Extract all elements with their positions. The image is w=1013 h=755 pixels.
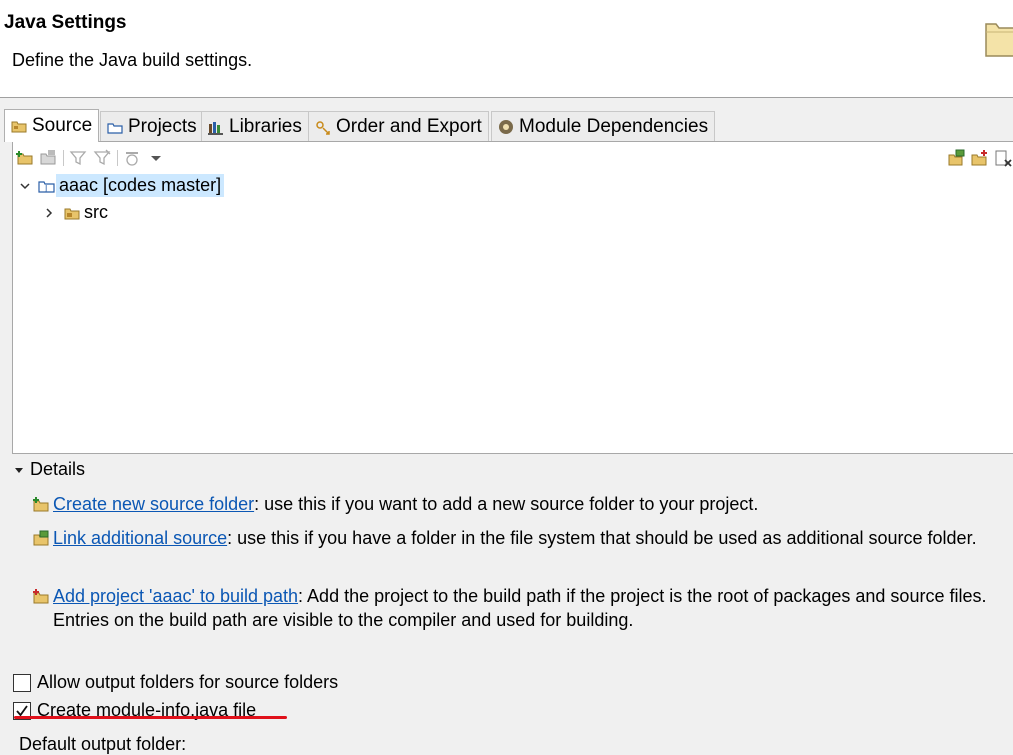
project-icon: J [38, 180, 55, 193]
add-project-build-path-link[interactable]: Add project 'aaac' to build path [53, 586, 298, 606]
chevron-right-icon[interactable] [42, 206, 56, 220]
libraries-icon [208, 121, 223, 135]
add-source-folder-icon[interactable] [16, 149, 34, 167]
tab-bar: Source Projects Libraries Order and Expo… [4, 109, 1013, 142]
collapse-triangle-icon [15, 467, 23, 473]
link-additional-source-desc: : use this if you have a folder in the f… [227, 528, 977, 548]
details-label: Details [30, 459, 86, 479]
svg-text:J: J [44, 184, 47, 193]
detail-add-project: Add project 'aaac' to build path: Add th… [33, 584, 1003, 632]
default-output-label: Default output folder: [19, 734, 187, 754]
tree-item-project[interactable]: J aaac [codes master] [18, 174, 225, 197]
allow-output-folders-label: Allow output folders for source folders [37, 672, 339, 692]
details-toggle[interactable]: Details [14, 459, 85, 480]
tab-projects[interactable]: Projects [100, 111, 204, 141]
page-title: Java Settings [4, 12, 127, 33]
detail-create-source: Create new source folder: use this if yo… [33, 492, 1003, 516]
tab-order-export[interactable]: Order and Export [308, 111, 489, 141]
link-source-icon [33, 530, 49, 546]
wizard-banner: Java Settings Define the Java build sett… [0, 0, 1013, 98]
filter-edit-icon[interactable] [93, 149, 111, 167]
src-label: src [84, 202, 108, 222]
project-label: aaac [codes master] [56, 174, 225, 197]
create-source-folder-desc: : use this if you want to add a new sour… [254, 494, 759, 514]
folder-wizard-icon [985, 23, 1013, 57]
source-panel: J aaac [codes master] src [12, 141, 1013, 454]
filter-icon[interactable] [69, 149, 87, 167]
source-folder-icon [11, 121, 27, 133]
link-additional-source-link[interactable]: Link additional source [53, 528, 227, 548]
tab-source[interactable]: Source [4, 109, 100, 142]
module-icon [499, 119, 513, 134]
chevron-down-icon[interactable] [18, 179, 32, 193]
projects-icon [107, 122, 123, 134]
tab-label: Order and Export [336, 115, 482, 137]
add-folder-icon[interactable] [971, 149, 989, 167]
source-toolbar [13, 147, 1013, 169]
annotation-underline [14, 716, 287, 719]
tab-libraries[interactable]: Libraries [201, 111, 309, 141]
delete-folder-icon[interactable] [994, 149, 1012, 167]
tab-module-dependencies[interactable]: Module Dependencies [491, 111, 716, 141]
tab-label: Libraries [229, 115, 302, 137]
view-menu-icon[interactable] [147, 149, 165, 167]
tab-label: Source [32, 115, 93, 136]
add-project-icon [33, 589, 49, 604]
allow-output-folders-option[interactable]: Allow output folders for source folders [13, 672, 338, 693]
package-folder-icon [64, 208, 80, 219]
remove-icon[interactable] [123, 149, 141, 167]
allow-output-folders-checkbox[interactable] [13, 673, 31, 692]
page-description: Define the Java build settings. [12, 50, 253, 70]
order-export-icon [316, 120, 330, 135]
new-source-folder-icon [33, 497, 49, 512]
detail-link-source: Link additional source: use this if you … [33, 526, 1003, 550]
link-folder-icon[interactable] [948, 149, 966, 167]
tree-item-src[interactable]: src [42, 202, 108, 223]
create-source-folder-link[interactable]: Create new source folder [53, 494, 254, 514]
tab-label: Projects [128, 115, 197, 137]
link-source-icon[interactable] [39, 149, 57, 167]
tab-label: Module Dependencies [519, 115, 709, 137]
